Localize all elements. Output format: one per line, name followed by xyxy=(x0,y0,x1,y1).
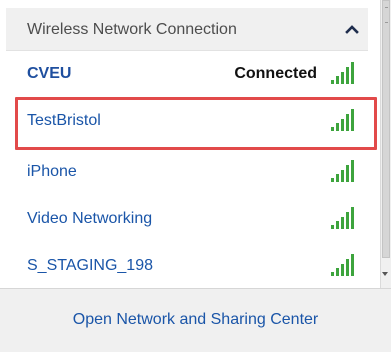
signal-strength-icon xyxy=(330,61,358,85)
vertical-scrollbar[interactable] xyxy=(380,0,391,288)
network-group-header[interactable]: Wireless Network Connection xyxy=(6,8,368,51)
open-network-sharing-center-link[interactable]: Open Network and Sharing Center xyxy=(0,311,391,329)
network-list: CVEU Connected TestBristol iPhone Video … xyxy=(6,51,368,288)
network-item-cveu[interactable]: CVEU Connected xyxy=(6,51,368,98)
network-item-iphone[interactable]: iPhone xyxy=(6,149,368,196)
wireless-network-flyout: Wireless Network Connection CVEU Connect… xyxy=(0,0,391,352)
network-name: CVEU xyxy=(27,65,72,82)
selection-highlight-box xyxy=(15,97,377,150)
connection-status: Connected xyxy=(234,65,317,82)
grip-icon xyxy=(385,7,388,23)
scrollbar-thumb[interactable] xyxy=(382,0,390,258)
scroll-down-arrow-icon[interactable] xyxy=(382,272,388,276)
network-name: Video Networking xyxy=(27,210,153,227)
signal-strength-icon xyxy=(330,206,358,230)
network-name: iPhone xyxy=(27,163,77,180)
chevron-up-icon[interactable] xyxy=(344,22,360,36)
network-group-title: Wireless Network Connection xyxy=(27,21,237,38)
network-name: S_STAGING_198 xyxy=(27,257,153,274)
network-item-video-networking[interactable]: Video Networking xyxy=(6,196,368,243)
network-item-s-staging-198[interactable]: S_STAGING_198 xyxy=(6,243,368,290)
flyout-footer: Open Network and Sharing Center xyxy=(0,288,391,352)
signal-strength-icon xyxy=(330,253,358,277)
signal-strength-icon xyxy=(330,159,358,183)
